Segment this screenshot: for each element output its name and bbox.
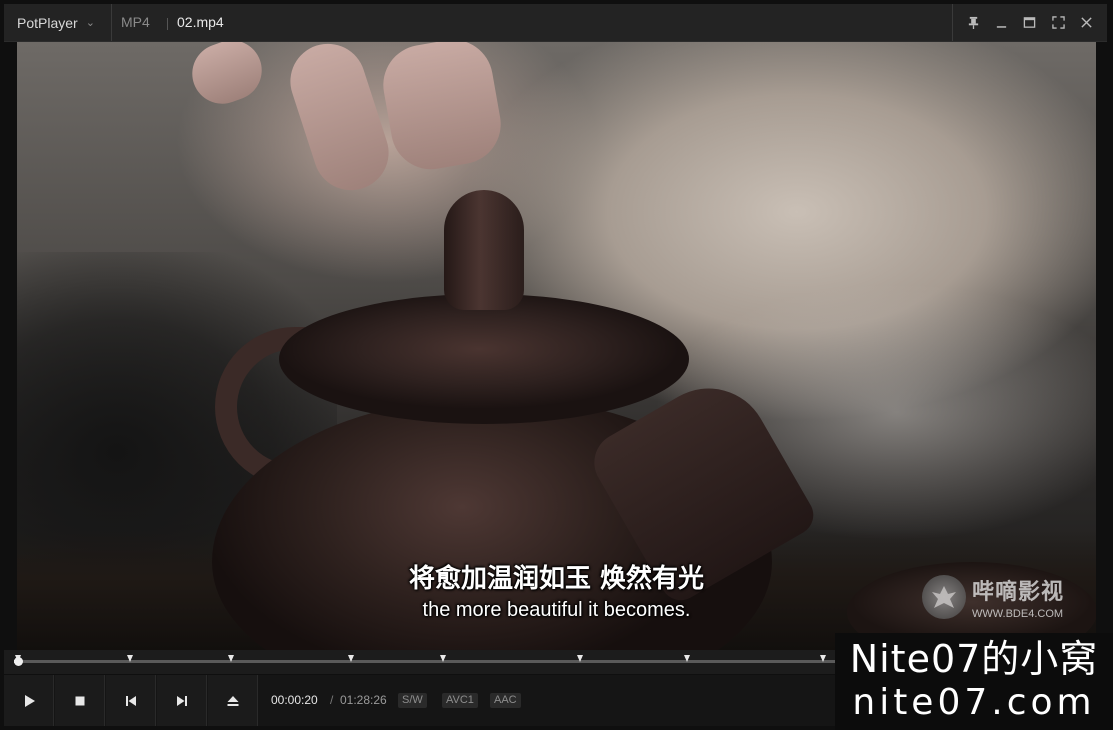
video-finger (376, 42, 508, 176)
format-label: MP4 (121, 14, 150, 30)
app-menu-button[interactable]: PotPlayer ⌄ (4, 4, 112, 41)
stop-icon (75, 696, 84, 705)
fullscreen-icon (1052, 16, 1065, 29)
chapter-mark[interactable] (577, 655, 584, 662)
bde-watermark: 哔嘀影视 WWW.BDE4.COM (922, 572, 1092, 622)
video-surface[interactable]: 将愈加温润如玉 焕然有光 the more beautiful it becom… (17, 42, 1096, 650)
next-button[interactable] (157, 675, 207, 726)
app-name: PotPlayer (17, 14, 78, 31)
play-button[interactable] (4, 675, 54, 726)
bde-watermark-url: WWW.BDE4.COM (972, 608, 1064, 620)
nite07-watermark-title: Nite07的小窝 (849, 637, 1099, 681)
minimize-button[interactable] (992, 13, 1012, 33)
chapter-mark[interactable] (439, 655, 446, 662)
teapot-knob (444, 190, 524, 310)
codec-badge-video[interactable]: AVC1 (442, 693, 478, 708)
total-time[interactable]: 01:28:26 (340, 675, 387, 726)
seekbar-thumb[interactable] (14, 657, 24, 666)
file-name[interactable]: 02.mp4 (177, 4, 224, 41)
nite07-watermark: Nite07的小窝 nite07.com (835, 633, 1113, 730)
video-finger (280, 42, 399, 200)
bde-logo-icon (922, 575, 966, 619)
nite07-watermark-url: nite07.com (852, 682, 1096, 723)
previous-button[interactable] (106, 675, 156, 726)
current-time[interactable]: 00:00:20 (271, 675, 318, 726)
stop-button[interactable] (55, 675, 105, 726)
pin-icon (968, 16, 978, 29)
teapot-lid (279, 294, 689, 424)
chevron-down-icon: ⌄ (85, 17, 95, 29)
bde-watermark-name: 哔嘀影视 (972, 580, 1065, 605)
time-separator: / (330, 693, 334, 707)
chapter-mark[interactable] (683, 655, 690, 662)
eject-button[interactable] (208, 675, 258, 726)
chapter-mark[interactable] (127, 655, 134, 662)
fullscreen-button[interactable] (1048, 13, 1068, 33)
maximize-icon (1024, 17, 1036, 28)
close-button[interactable] (1077, 13, 1097, 33)
chapter-mark[interactable] (348, 655, 355, 662)
divider (167, 18, 168, 30)
minimize-icon (996, 26, 1007, 28)
potplayer-window: PotPlayer ⌄ MP4 02.mp4 将愈加温润如玉 焕然有光 the … (0, 0, 1113, 730)
window-controls (952, 4, 1107, 41)
codec-badge-audio[interactable]: AAC (490, 693, 521, 708)
close-icon (1081, 17, 1092, 28)
title-bar: PotPlayer ⌄ MP4 02.mp4 (4, 4, 1107, 42)
next-icon (176, 695, 187, 706)
chapter-mark[interactable] (228, 655, 234, 662)
chapter-mark[interactable] (820, 655, 827, 662)
codec-badge-sw[interactable]: S/W (398, 693, 427, 708)
video-finger (183, 42, 271, 113)
previous-icon (125, 695, 136, 706)
maximize-button[interactable] (1020, 13, 1040, 33)
pin-button[interactable] (963, 13, 983, 33)
play-icon (24, 694, 35, 707)
eject-icon (227, 695, 238, 706)
